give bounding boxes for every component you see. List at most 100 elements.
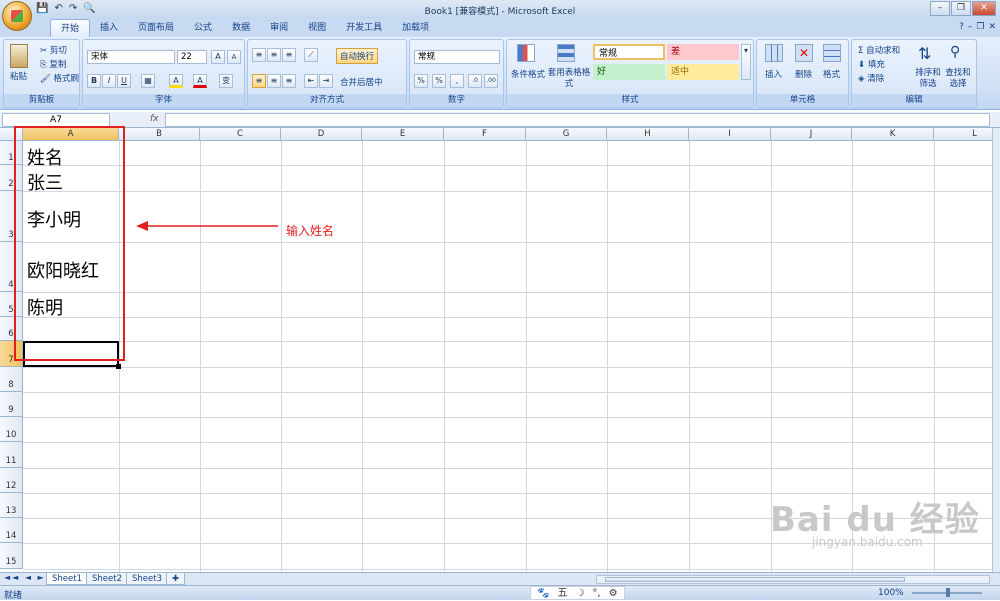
shrink-font-button[interactable]: A (227, 50, 241, 64)
align-center-icon[interactable]: ≡ (267, 74, 281, 88)
autosum-button[interactable]: Σ 自动求和 (858, 44, 900, 56)
column-header-d[interactable]: D (281, 128, 362, 141)
tab-formulas[interactable]: 公式 (184, 19, 222, 37)
align-right-icon[interactable]: ≡ (282, 74, 296, 88)
underline-button[interactable]: U (117, 74, 131, 88)
find-select-button[interactable]: 查找和选择 (944, 68, 972, 90)
tab-page-layout[interactable]: 页面布局 (128, 19, 184, 37)
office-button[interactable] (2, 1, 32, 31)
row-header-13[interactable]: 13 (0, 493, 23, 518)
punctuation-icon[interactable]: °, (592, 587, 600, 599)
insert-cells-button[interactable]: 插入 (765, 68, 782, 80)
sheet-tab-2[interactable]: Sheet2 (86, 573, 128, 585)
tab-home[interactable]: 开始 (50, 19, 91, 37)
grow-font-button[interactable]: A (211, 50, 225, 64)
paste-button[interactable]: 粘贴 (10, 70, 27, 82)
column-header-c[interactable]: C (200, 128, 281, 141)
italic-button[interactable]: I (102, 74, 116, 88)
fill-color-button[interactable]: A (169, 74, 183, 88)
decrease-indent-icon[interactable]: ⇤ (304, 74, 318, 88)
row-header-15[interactable]: 15 (0, 543, 23, 569)
wrap-text-button[interactable]: 自动换行 (336, 48, 379, 64)
formula-input[interactable] (165, 113, 990, 127)
align-top-icon[interactable]: ≡ (252, 48, 266, 62)
decrease-decimal-button[interactable]: .00 (484, 74, 498, 88)
workbook-minimize-button[interactable]: – (968, 22, 973, 32)
number-format-select[interactable]: 常规 (414, 50, 500, 64)
column-header-g[interactable]: G (526, 128, 607, 141)
horizontal-scrollbar[interactable] (596, 575, 990, 584)
minimize-button[interactable]: – (930, 1, 950, 16)
ime-mode-label[interactable]: 五 (557, 587, 567, 599)
name-box[interactable]: A7 (2, 113, 110, 127)
row-header-9[interactable]: 9 (0, 392, 23, 417)
close-button[interactable]: ✕ (972, 1, 996, 16)
column-header-f[interactable]: F (444, 128, 526, 141)
tab-view[interactable]: 视图 (298, 19, 336, 37)
insert-sheet-icon[interactable]: ✚ (166, 573, 186, 585)
tab-developer[interactable]: 开发工具 (336, 19, 392, 37)
style-normal[interactable]: 常规 (593, 44, 665, 60)
comma-button[interactable]: , (450, 74, 464, 88)
bold-button[interactable]: B (87, 74, 101, 88)
format-painter-button[interactable]: 🖌 格式刷 (40, 72, 79, 84)
sheet-tab-1[interactable]: Sheet1 (46, 573, 88, 585)
currency-button[interactable]: % (414, 74, 428, 88)
column-header-k[interactable]: K (852, 128, 934, 141)
zoom-level[interactable]: 100% (878, 588, 904, 598)
tab-review[interactable]: 审阅 (260, 19, 298, 37)
gear-icon[interactable]: ⚙ (609, 587, 618, 599)
delete-cells-button[interactable]: 删除 (795, 68, 812, 80)
vertical-scrollbar[interactable] (992, 128, 1000, 572)
column-header-l[interactable]: L (934, 128, 992, 141)
style-bad[interactable]: 差 (667, 44, 739, 60)
increase-indent-icon[interactable]: ⇥ (319, 74, 333, 88)
style-neutral[interactable]: 适中 (667, 64, 739, 80)
cut-button[interactable]: ✂ 剪切 (40, 44, 67, 56)
conditional-format-button[interactable]: 条件格式 (511, 68, 545, 80)
row-header-11[interactable]: 11 (0, 442, 23, 468)
align-left-icon[interactable]: ≡ (252, 74, 266, 88)
align-middle-icon[interactable]: ≡ (267, 48, 281, 62)
horizontal-scroll-thumb[interactable] (605, 577, 905, 582)
row-header-8[interactable]: 8 (0, 367, 23, 392)
fx-icon[interactable]: fx (150, 114, 159, 124)
merge-center-button[interactable]: 合并后居中 (340, 76, 383, 88)
format-cells-button[interactable]: 格式 (823, 68, 840, 80)
copy-button[interactable]: ⎘ 复制 (40, 58, 67, 70)
increase-decimal-button[interactable]: .0 (468, 74, 482, 88)
column-header-e[interactable]: E (362, 128, 444, 141)
tab-data[interactable]: 数据 (222, 19, 260, 37)
column-header-j[interactable]: J (771, 128, 852, 141)
sort-filter-button[interactable]: 排序和筛选 (914, 68, 942, 90)
tab-addins[interactable]: 加载项 (392, 19, 439, 37)
clear-button[interactable]: ◈ 清除 (858, 72, 884, 84)
percent-button[interactable]: % (432, 74, 446, 88)
fill-button[interactable]: ⬇ 填充 (858, 58, 885, 70)
column-header-b[interactable]: B (119, 128, 200, 141)
font-color-button[interactable]: A (193, 74, 207, 88)
row-header-10[interactable]: 10 (0, 417, 23, 442)
align-bottom-icon[interactable]: ≡ (282, 48, 296, 62)
row-header-12[interactable]: 12 (0, 468, 23, 493)
font-name-select[interactable]: 宋体 (87, 50, 175, 64)
workbook-close-button[interactable]: ✕ (988, 22, 996, 32)
help-icon[interactable]: ? (959, 22, 964, 32)
tab-insert[interactable]: 插入 (90, 19, 128, 37)
column-header-h[interactable]: H (607, 128, 689, 141)
row-header-14[interactable]: 14 (0, 518, 23, 543)
restore-button[interactable]: ❐ (951, 1, 971, 16)
zoom-slider-thumb[interactable] (946, 588, 950, 597)
style-good[interactable]: 好 (593, 64, 665, 80)
paw-icon[interactable]: 🐾 (537, 587, 549, 599)
moon-icon[interactable]: ☽ (575, 587, 584, 599)
format-as-table-button[interactable]: 套用表格格式 (547, 68, 591, 90)
border-button[interactable]: ▦ (141, 74, 155, 88)
workbook-restore-button[interactable]: ❐ (976, 22, 984, 32)
phonetic-button[interactable]: 变 (219, 74, 233, 88)
styles-more-button[interactable]: ▾ (741, 44, 751, 80)
font-size-select[interactable]: 22 (177, 50, 207, 64)
sheet-tab-3[interactable]: Sheet3 (126, 573, 168, 585)
column-header-i[interactable]: I (689, 128, 771, 141)
orientation-icon[interactable]: ⟋ (304, 48, 318, 62)
